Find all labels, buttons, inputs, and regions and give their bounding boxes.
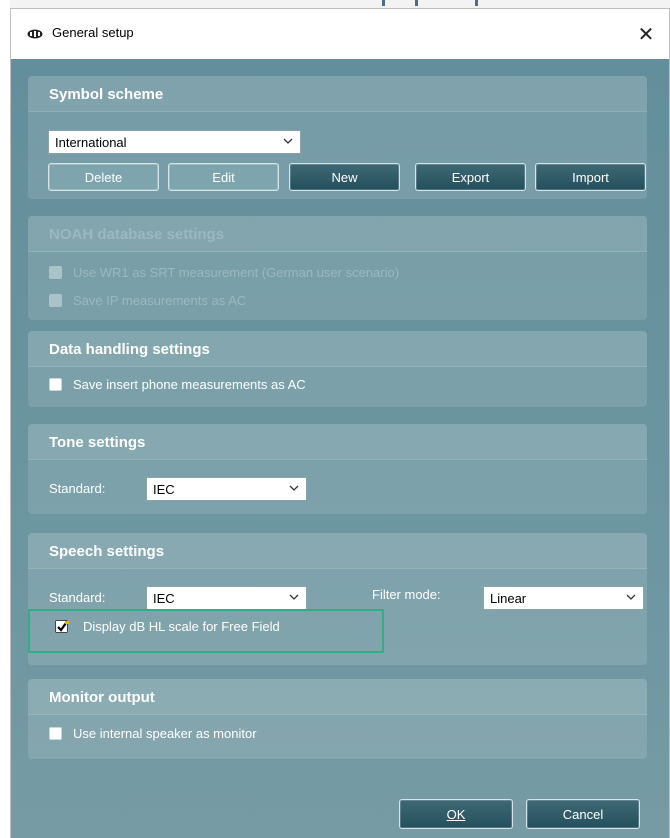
button-label: Cancel <box>562 806 604 822</box>
button-label: OK <box>446 806 466 822</box>
section-title: Speech settings <box>49 543 165 560</box>
import-button[interactable]: Import <box>535 163 646 191</box>
export-button[interactable]: Export <box>415 163 526 191</box>
button-label: Delete <box>84 169 123 185</box>
title-bar[interactable]: General setup ✕ <box>11 9 669 59</box>
section-header: Tone settings <box>28 424 647 460</box>
background-mark <box>475 0 478 6</box>
button-label: Edit <box>212 169 235 185</box>
dialog-title: General setup <box>52 25 134 40</box>
close-icon: ✕ <box>637 22 655 46</box>
internal-speaker-checkbox[interactable] <box>49 727 62 740</box>
button-label: Import <box>572 169 609 185</box>
button-label: Export <box>451 169 490 185</box>
cancel-button[interactable]: Cancel <box>526 799 640 829</box>
section-title: Symbol scheme <box>49 86 164 103</box>
section-title: Monitor output <box>49 689 155 706</box>
chevron-down-icon <box>289 594 299 600</box>
close-button[interactable]: ✕ <box>631 19 661 49</box>
section-header: Speech settings <box>28 533 647 569</box>
dropdown-value: IEC <box>153 482 175 497</box>
background-window-edge <box>10 0 670 8</box>
new-button[interactable]: New <box>289 163 400 191</box>
chevron-down-icon <box>626 594 636 600</box>
section-header: NOAH database settings <box>28 216 647 252</box>
background-mark <box>382 0 385 6</box>
ok-button[interactable]: OK <box>399 799 513 829</box>
dropdown-value: IEC <box>153 591 175 606</box>
monitor-output-section: Monitor output Use internal speaker as m… <box>28 679 647 759</box>
app-icon <box>27 29 43 39</box>
section-title: Data handling settings <box>49 341 210 358</box>
data-handling-section: Data handling settings Save insert phone… <box>28 331 647 407</box>
dropdown-value: International <box>55 135 127 150</box>
internal-speaker-label: Use internal speaker as monitor <box>73 726 257 741</box>
use-wr1-checkbox[interactable] <box>49 266 62 279</box>
section-header: Data handling settings <box>28 331 647 367</box>
noah-database-section: NOAH database settings Use WR1 as SRT me… <box>28 216 647 320</box>
filter-mode-label: Filter mode: <box>372 587 441 602</box>
section-title: NOAH database settings <box>49 226 225 243</box>
section-header: Monitor output <box>28 679 647 715</box>
save-insert-phone-checkbox[interactable] <box>49 378 62 391</box>
highlight-annotation <box>28 609 384 653</box>
dialog-content: Symbol scheme International Delete Edit … <box>11 59 669 838</box>
save-ip-label: Save IP measurements as AC <box>73 293 247 308</box>
save-ip-checkbox[interactable] <box>49 294 62 307</box>
speech-standard-dropdown[interactable]: IEC <box>146 586 307 610</box>
save-insert-phone-label: Save insert phone measurements as AC <box>73 377 306 392</box>
tone-standard-label: Standard: <box>49 481 106 496</box>
tone-settings-section: Tone settings Standard: IEC <box>28 424 647 514</box>
delete-button[interactable]: Delete <box>48 163 159 191</box>
use-wr1-label: Use WR1 as SRT measurement (German user … <box>73 265 400 280</box>
symbol-scheme-dropdown[interactable]: International <box>48 130 301 154</box>
section-title: Tone settings <box>49 434 146 451</box>
edit-button[interactable]: Edit <box>168 163 279 191</box>
symbol-scheme-section: Symbol scheme International Delete Edit … <box>28 76 647 199</box>
chevron-down-icon <box>289 485 299 491</box>
tone-standard-dropdown[interactable]: IEC <box>146 477 307 501</box>
dropdown-value: Linear <box>490 591 527 606</box>
speech-standard-label: Standard: <box>49 590 106 605</box>
filter-mode-dropdown[interactable]: Linear <box>483 586 644 610</box>
background-mark <box>415 0 418 6</box>
chevron-down-icon <box>283 138 293 144</box>
general-setup-dialog: General setup ✕ Symbol scheme Internatio… <box>10 8 670 838</box>
button-label: New <box>331 169 358 185</box>
section-header: Symbol scheme <box>28 76 647 112</box>
